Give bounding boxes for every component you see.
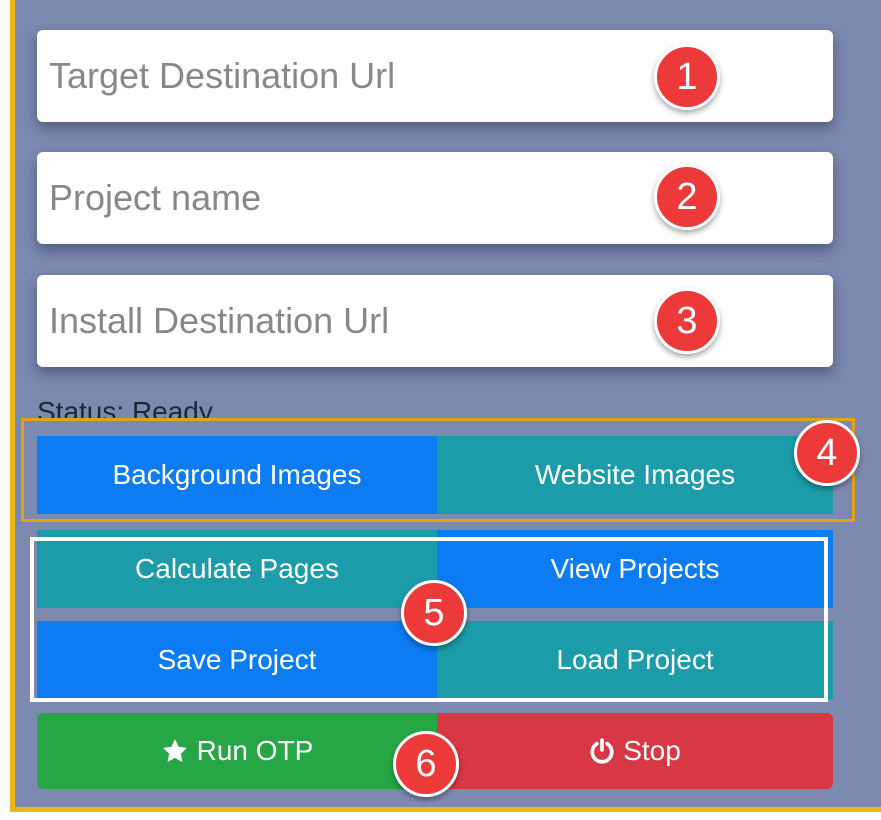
status-text: Status: Ready. xyxy=(37,396,219,420)
annotation-badge-5: 5 xyxy=(401,580,467,646)
project-name-input[interactable] xyxy=(49,152,609,244)
annotation-badge-1: 1 xyxy=(654,44,720,110)
annotation-badge-2: 2 xyxy=(654,164,720,230)
annotation-badge-6: 6 xyxy=(393,731,459,797)
website-images-button[interactable]: Website Images xyxy=(437,436,833,514)
power-icon xyxy=(589,738,615,764)
website-images-label: Website Images xyxy=(534,459,736,490)
run-otp-button[interactable]: Run OTP xyxy=(37,713,437,789)
target-destination-url-input[interactable] xyxy=(49,30,609,122)
stop-button[interactable]: Stop xyxy=(437,713,833,789)
annotation-badge-4: 4 xyxy=(794,420,860,486)
stop-label: Stop xyxy=(623,735,681,766)
run-otp-label: Run OTP xyxy=(196,735,314,766)
install-destination-url-input[interactable] xyxy=(49,275,609,367)
background-images-label: Background Images xyxy=(112,459,362,490)
star-icon xyxy=(161,737,189,765)
annotation-badge-3: 3 xyxy=(654,288,720,354)
background-images-button[interactable]: Background Images xyxy=(37,436,437,514)
